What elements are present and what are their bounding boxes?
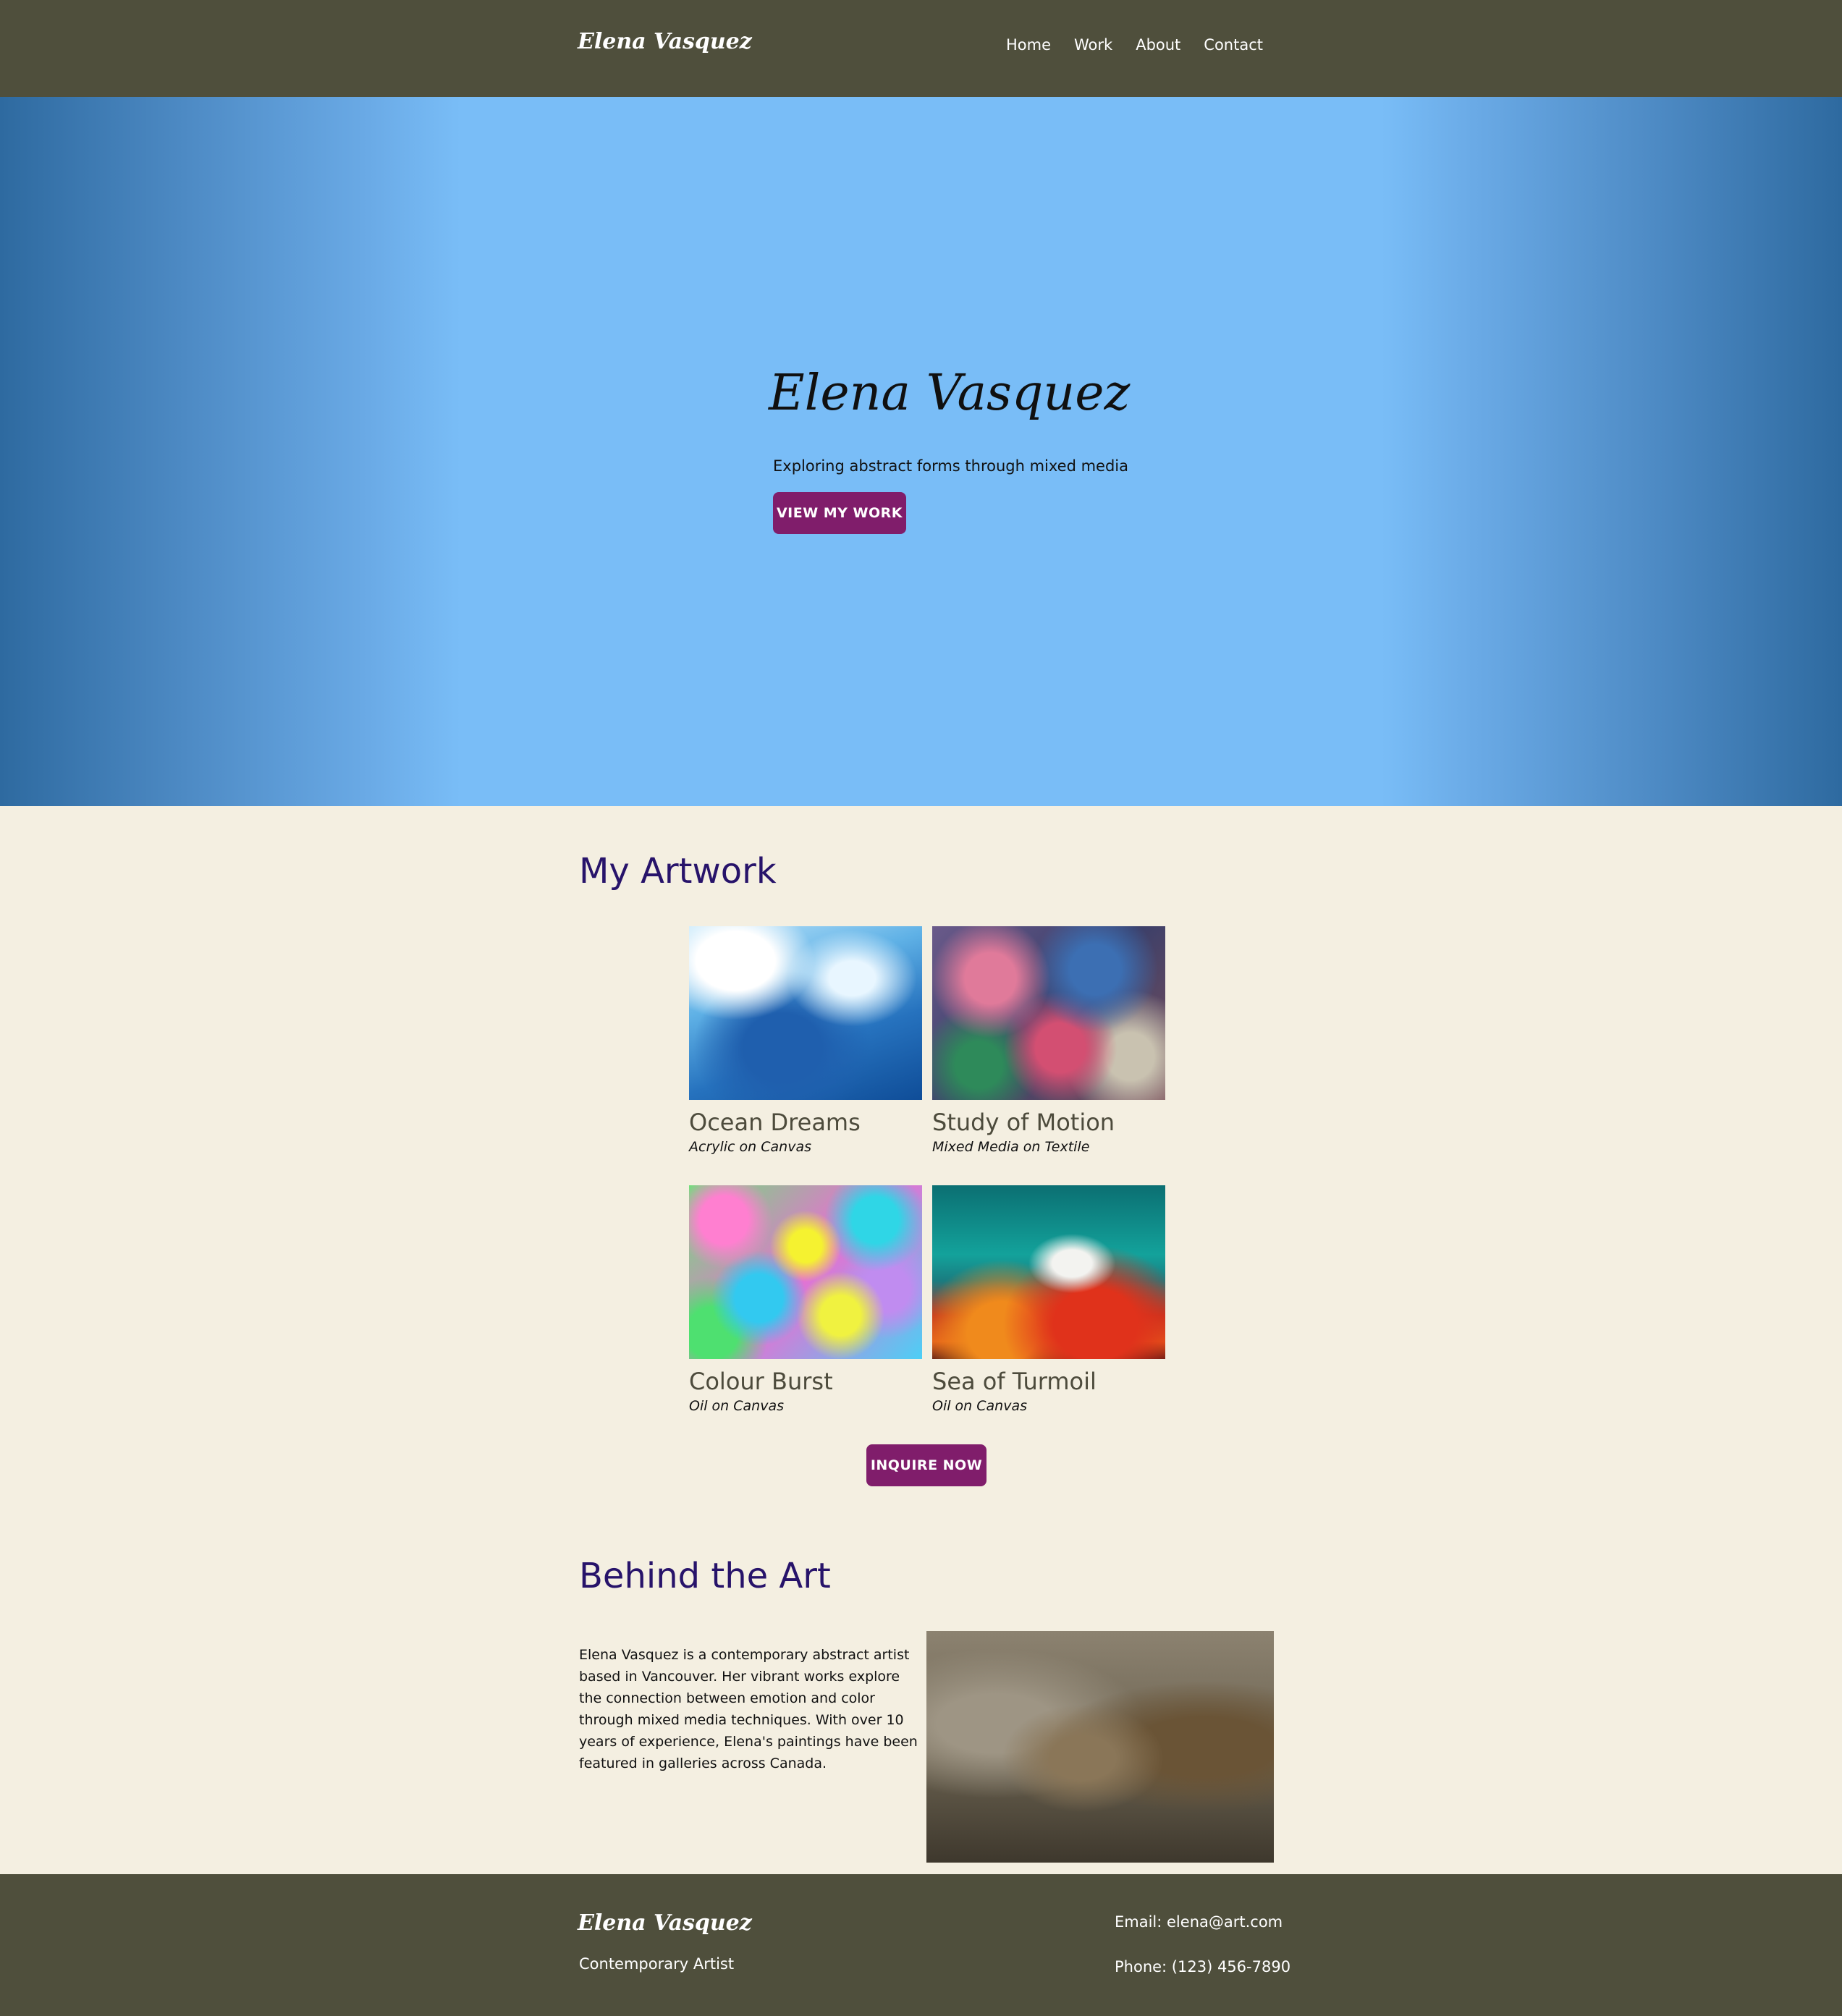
- artwork-medium: Oil on Canvas: [689, 1398, 784, 1414]
- hero-section: Elena Vasquez Exploring abstract forms t…: [0, 97, 1842, 806]
- footer-logo: Elena Vasquez: [578, 1910, 752, 1936]
- hero-subtitle: Exploring abstract forms through mixed m…: [773, 457, 1128, 475]
- artwork-image-study-of-motion[interactable]: [932, 926, 1165, 1100]
- view-my-work-button[interactable]: VIEW MY WORK: [773, 492, 906, 534]
- artwork-image-colour-burst[interactable]: [689, 1185, 922, 1359]
- nav-link-home[interactable]: Home: [1006, 36, 1051, 54]
- hero-title: Elena Vasquez: [769, 365, 1131, 422]
- artwork-title: Study of Motion: [932, 1109, 1115, 1136]
- top-nav: Elena Vasquez Home Work About Contact: [0, 0, 1842, 97]
- nav-links: Home Work About Contact: [1006, 36, 1263, 54]
- artwork-heading: My Artwork: [579, 851, 777, 891]
- artwork-medium: Acrylic on Canvas: [689, 1139, 811, 1155]
- nav-link-work[interactable]: Work: [1074, 36, 1112, 54]
- nav-logo[interactable]: Elena Vasquez: [578, 29, 752, 54]
- artist-bio: Elena Vasquez is a contemporary abstract…: [579, 1647, 918, 1771]
- artwork-card-study-of-motion[interactable]: Study of Motion Mixed Media on Textile: [932, 926, 1165, 1155]
- inquire-now-button[interactable]: INQUIRE NOW: [866, 1444, 987, 1486]
- nav-link-contact[interactable]: Contact: [1204, 36, 1263, 54]
- artwork-medium: Mixed Media on Textile: [932, 1139, 1090, 1155]
- artwork-title: Ocean Dreams: [689, 1109, 861, 1136]
- artwork-title: Colour Burst: [689, 1368, 833, 1395]
- studio-photo: [926, 1631, 1274, 1863]
- artwork-card-sea-of-turmoil[interactable]: Sea of Turmoil Oil on Canvas: [932, 1185, 1165, 1414]
- artwork-image-sea-of-turmoil[interactable]: [932, 1185, 1165, 1359]
- behind-heading: Behind the Art: [579, 1556, 831, 1596]
- footer: Elena Vasquez Contemporary Artist Email:…: [0, 1874, 1842, 2016]
- artwork-card-ocean-dreams[interactable]: Ocean Dreams Acrylic on Canvas: [689, 926, 922, 1155]
- nav-link-about[interactable]: About: [1136, 36, 1180, 54]
- footer-tagline: Contemporary Artist: [579, 1955, 735, 1973]
- artwork-medium: Oil on Canvas: [932, 1398, 1027, 1414]
- artwork-card-colour-burst[interactable]: Colour Burst Oil on Canvas: [689, 1185, 922, 1414]
- artwork-image-ocean-dreams[interactable]: [689, 926, 922, 1100]
- artwork-title: Sea of Turmoil: [932, 1368, 1097, 1395]
- footer-phone[interactable]: Phone: (123) 456-7890: [1115, 1958, 1290, 1975]
- footer-email[interactable]: Email: elena@art.com: [1115, 1913, 1283, 1931]
